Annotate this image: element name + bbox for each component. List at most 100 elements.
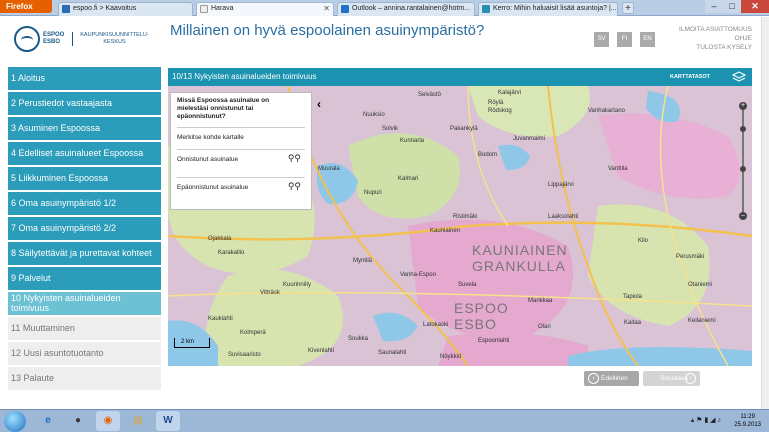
marker-label: Epäonnistunut asuinalue [177,184,249,191]
clock-date: 25.9.2013 [734,422,761,428]
map-label: Kauniainen [430,228,461,234]
tab-title: Kerro: Mihin haluaisit lisää asuntoja? |… [493,5,617,12]
map-label: Perusmäki [676,254,705,260]
internet-explorer-icon[interactable]: e [36,411,60,431]
print-survey-link[interactable]: TULOSTA KYSELY [660,43,752,52]
close-window-button[interactable]: ✕ [741,0,769,13]
arrow-right-icon: › [685,373,696,384]
sidebar-item-sailytettavat[interactable]: 8 Säilytettävät ja purettavat kohteet [8,242,161,265]
browser-tab[interactable]: Kerro: Mihin haluaisit lisää asuntoja? |… [478,2,618,16]
marker-row-failure[interactable]: Epäonnistunut asuinalue ⚲⚲ [177,177,305,199]
browser-tab[interactable]: Outlook – annina.rantalainen@hotm... [337,2,475,16]
page-favicon-icon [200,5,208,13]
map-label: Juvanmalmi [513,136,546,142]
sidebar-item-palaute: 13 Palaute [8,367,161,390]
close-tab-icon[interactable]: ✕ [323,3,330,15]
map-label: Lippajärvi [548,182,574,188]
logo-city-text: ESPOO ESBO [43,32,65,45]
marker-row-success[interactable]: Onnistunut asuinalue ⚲⚲ [177,149,305,171]
page-scrollbar[interactable] [761,17,769,409]
previous-button[interactable]: ‹ Edellinen [584,371,639,386]
map-label: Latokaski [423,322,449,328]
sidebar-item-palvelut[interactable]: 9 Palvelut [8,267,161,290]
zoom-handle-icon[interactable] [740,166,746,172]
map-label: Mankkaa [528,298,553,304]
map-label: Kaitaa [624,320,642,326]
map-label: Olari [538,324,551,330]
zoom-slider[interactable]: + – [739,102,747,220]
map-pin-icon[interactable]: ⚲⚲ [288,182,301,191]
tab-title: Outlook – annina.rantalainen@hotm... [352,5,471,12]
map-label: Saunalahti [378,350,407,356]
sidebar-item-toimivuus[interactable]: 10 Nykyisten asuinalueiden toimivuus [8,292,161,315]
collapse-panel-icon[interactable]: ‹ [317,97,321,111]
firefox-menu-button[interactable]: Firefox [0,0,52,13]
map-label: Pakankylä [450,126,478,132]
map-label-esbo: ESBO [454,316,497,332]
map-scale-bar: 2 km [174,338,210,348]
map-label: Vanttila [608,166,628,172]
zoom-out-icon[interactable]: – [739,212,747,220]
page-title: Millainen on hyvä espoolainen asuinympär… [170,22,485,39]
start-button-icon[interactable] [4,411,26,432]
lang-sv-button[interactable]: SV [594,32,609,47]
map-layers-button[interactable]: KARTTATASOT [670,68,710,86]
layers-icon[interactable] [732,71,746,83]
map-label-kauniainen: KAUNIAINEN [472,242,568,258]
sidebar-item-aloitus[interactable]: 1 Aloitus [8,67,161,90]
taskbar-clock[interactable]: 11:29 25.9.2013 [734,413,761,429]
new-tab-button[interactable]: + [622,2,634,14]
firefox-icon[interactable]: ◉ [96,411,120,431]
map-label: Seivästö [418,92,442,98]
zoom-in-icon[interactable]: + [739,102,747,110]
system-tray[interactable]: ▴ ⚑ ▮ ◢ ♪ [691,416,721,424]
sidebar-item-oma-1[interactable]: 6 Oma asuinympäristö 1/2 [8,192,161,215]
map-label: Ojakkala [208,236,232,242]
sidebar-item-liikkuminen[interactable]: 5 Liikkuminen Espoossa [8,167,161,190]
espoo-logo-icon[interactable] [14,26,40,52]
map-label: Karakallio [218,250,245,256]
report-abuse-link[interactable]: ILMOITA ASIATTOMUUS [660,25,752,34]
minimize-button[interactable]: – [705,0,723,13]
os-taskbar: e ● ◉ ▤ W ▴ ⚑ ▮ ◢ ♪ 11:29 25.9.2013 [0,409,769,432]
sidebar-item-perustiedot[interactable]: 2 Perustiedot vastaajasta [8,92,161,115]
map-label: Myntilä [353,258,373,264]
map-label: Kilo [638,238,649,244]
tab-title: espoo.fi > Kaavoitus [73,5,137,12]
section-heading: 10/13 Nykyisten asuinalueiden toimivuus [172,72,317,81]
map-label: Kivenlahti [308,348,335,354]
browser-tab-active[interactable]: Harava ✕ [196,2,334,16]
map-label: Kalmari [398,176,419,182]
map-label: Soukka [348,336,369,342]
survey-sidebar: 1 Aloitus 2 Perustiedot vastaajasta 3 As… [8,67,161,392]
lang-en-button[interactable]: EN [640,32,655,47]
sidebar-item-asuminen[interactable]: 3 Asuminen Espoossa [8,117,161,140]
map-label: Kalajärvi [498,90,522,96]
map-label-grankulla: GRANKULLA [472,258,566,274]
map-label: Nupuri [364,190,382,196]
map-label: Kunnarla [400,138,425,144]
map-label: Vanha-Espoo [400,272,436,278]
sidebar-item-oma-2[interactable]: 7 Oma asuinympäristö 2/2 [8,217,161,240]
arrow-left-icon: ‹ [588,373,599,384]
media-player-icon[interactable]: ● [66,411,90,431]
site-header: ESPOO ESBO KAUPUNKISUUNNITTELU- KESKUS M… [0,17,769,65]
browser-tab[interactable]: espoo.fi > Kaavoitus [58,2,193,16]
zoom-step-icon[interactable] [740,126,746,132]
help-link[interactable]: OHJE [660,34,752,43]
map-label: Nuuksio [363,112,385,118]
map-label: Nöykkiö [440,354,462,360]
word-icon[interactable]: W [156,411,180,431]
file-explorer-icon[interactable]: ▤ [126,411,150,431]
maximize-button[interactable]: □ [723,0,741,13]
map-label: Muurala [318,166,340,172]
lang-fi-button[interactable]: FI [617,32,632,47]
map-pin-icon[interactable]: ⚲⚲ [288,154,301,163]
kerro-favicon-icon [482,5,490,13]
map-label: Solvik [382,126,399,132]
logo-dept-text: KAUPUNKISUUNNITTELU- KESKUS [72,32,152,46]
sidebar-item-edelliset[interactable]: 4 Edelliset asuinalueet Espoossa [8,142,161,165]
espoo-favicon-icon [62,5,70,13]
next-button: Seuraava › [643,371,700,386]
outlook-favicon-icon [341,5,349,13]
